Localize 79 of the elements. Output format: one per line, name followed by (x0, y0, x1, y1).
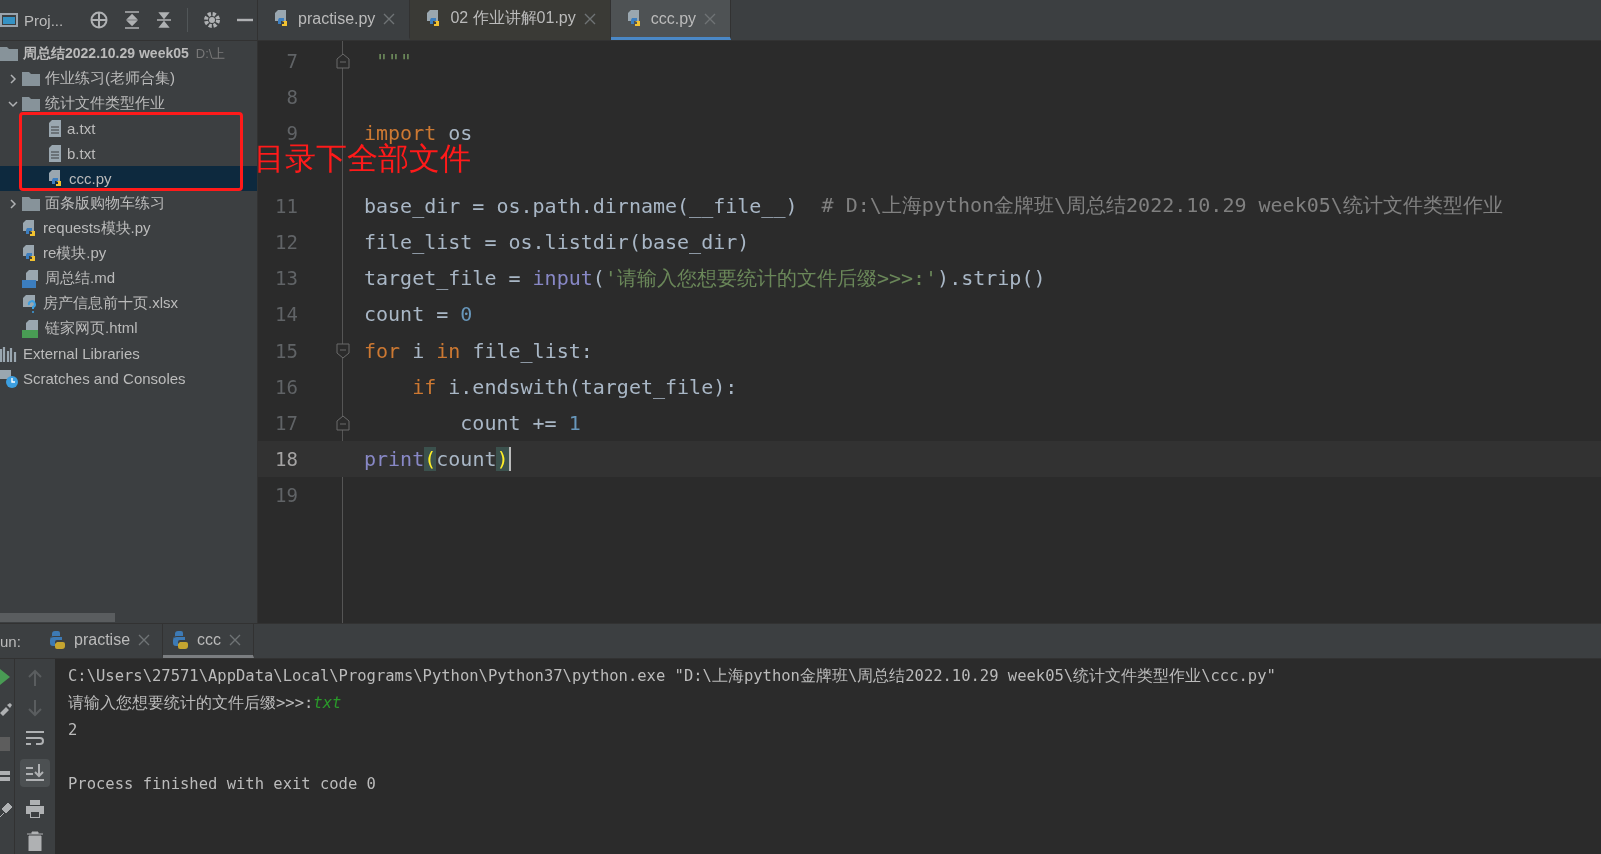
settings-icon[interactable] (202, 10, 223, 30)
play-icon[interactable] (0, 669, 10, 685)
unknown-file-icon (22, 294, 38, 313)
line-number: 13 (275, 267, 298, 290)
python-file-icon (22, 219, 38, 238)
tree-item[interactable]: re模块.py (0, 241, 257, 266)
tree-item[interactable]: 面条版购物车练习 (0, 191, 257, 216)
soft-wrap-icon[interactable] (25, 729, 45, 747)
line-number: 11 (275, 194, 298, 217)
code-line: file_list = os.listdir(base_dir) (364, 230, 750, 255)
line-number: 18 (275, 448, 298, 471)
tree-item[interactable]: a.txt (0, 116, 257, 141)
code-line: """ (375, 49, 413, 74)
line-number: 15 (275, 339, 298, 362)
python-file-icon (274, 9, 290, 28)
line-number: 8 (286, 86, 298, 109)
python-file-icon (22, 244, 38, 263)
html-file-icon (22, 319, 40, 338)
print-icon[interactable] (25, 799, 45, 819)
chevron-right-icon[interactable] (8, 198, 18, 209)
libraries-icon (0, 345, 18, 362)
expand-all-icon[interactable] (123, 10, 142, 30)
folder-icon (0, 46, 18, 61)
line-number: 12 (275, 231, 298, 254)
run-tab[interactable]: practise (44, 624, 164, 658)
tree-item[interactable]: 链家网页.html (0, 316, 257, 341)
console-line: 请输入您想要统计的文件后缀>>>:txt (68, 692, 342, 714)
python-file-icon (626, 9, 643, 28)
scroll-to-end-icon[interactable] (20, 759, 50, 787)
code-line: for i in file_list: (364, 338, 593, 363)
code-line: if i.endswith(target_file): (411, 374, 738, 399)
code-line: base_dir = os.path.dirname(__file__) # D:\上海python金牌班\周总结2022.10.29 week05\统计文件类型作业 (364, 192, 1503, 220)
folder-icon (22, 96, 40, 111)
tree-item[interactable]: 周总结.md (0, 266, 257, 291)
editor-tab[interactable]: 02 作业讲解01.py (410, 0, 611, 40)
editor-tab[interactable]: ccc.py (610, 0, 732, 40)
project-icon (0, 12, 18, 28)
console-clock-icon (0, 369, 18, 388)
tree-item[interactable]: 房产信息前十页.xlsx (0, 291, 257, 316)
folder-icon (22, 71, 40, 86)
line-number: 14 (275, 303, 298, 326)
folder-icon (22, 196, 40, 211)
tree-item[interactable]: Scratches and Consoles (0, 366, 257, 391)
close-icon[interactable] (583, 12, 596, 25)
tree-item[interactable]: External Libraries (0, 341, 257, 366)
trash-icon[interactable] (27, 831, 43, 851)
line-number: 7 (286, 50, 298, 73)
chevron-right-icon[interactable] (8, 73, 18, 84)
fold-start-icon[interactable] (336, 342, 350, 359)
line-number: 16 (275, 375, 298, 398)
line-number: 19 (275, 484, 298, 507)
python-logo-icon (48, 630, 66, 649)
panel-title[interactable]: Proj... (24, 11, 64, 29)
console-line: C:\Users\27571\AppData\Local\Programs\Python\Python37\python.exe "D:\上海python金牌班\周总结2022.10.29 week05\统计文件类型作业\ccc.py" (68, 665, 1276, 687)
code-line: print(count) (364, 447, 511, 472)
console-line: Process finished with exit code 0 (68, 774, 376, 793)
locate-icon[interactable] (89, 10, 110, 30)
code-line: target_file = input('请输入您想要统计的文件后缀>>>:').strip() (364, 264, 1046, 292)
tree-item[interactable]: 作业练习(老师合集) (0, 66, 257, 91)
code-line: count = 0 (364, 302, 473, 327)
python-file-icon (48, 169, 64, 188)
run-label: un: (0, 632, 22, 650)
line-number: 17 (275, 411, 298, 434)
python-logo-icon (171, 630, 190, 649)
text-file-icon (48, 145, 62, 162)
tree-item[interactable]: 统计文件类型作业 (0, 91, 257, 116)
tree-item[interactable]: 周总结2022.10.29 week05 D:\上 (0, 41, 257, 66)
console-line: 2 (68, 721, 78, 739)
tree-item[interactable]: requests模块.py (0, 216, 257, 241)
chevron-down-icon[interactable] (8, 98, 18, 109)
path-hint: D:\上 (195, 44, 226, 63)
layout-icon[interactable] (0, 769, 10, 783)
code-line: count += 1 (459, 410, 581, 435)
scrollbar-thumb[interactable] (0, 613, 115, 622)
markdown-file-icon (22, 269, 40, 288)
collapse-all-icon[interactable] (155, 10, 174, 30)
line-number: 9 (286, 122, 298, 145)
text-file-icon (48, 120, 62, 137)
tree-item[interactable]: b.txt (0, 141, 257, 166)
